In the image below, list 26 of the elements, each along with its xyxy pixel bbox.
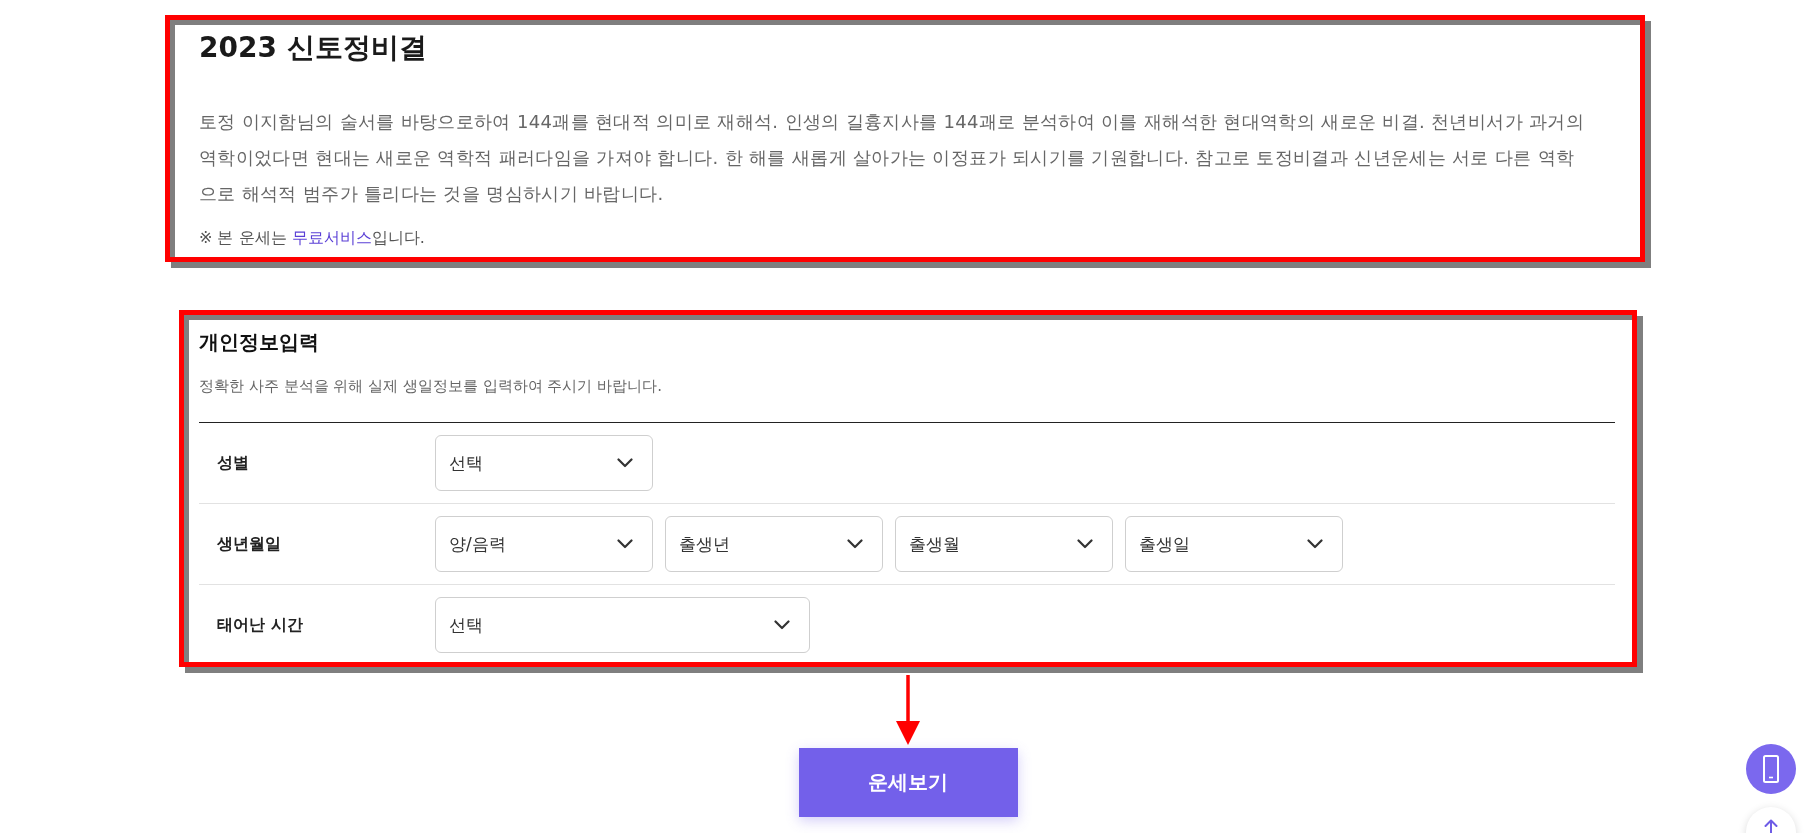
chevron-down-icon [774,620,790,630]
submit-button[interactable]: 운세보기 [798,748,1018,817]
field-label: 태어난 시간 [216,614,304,636]
chevron-down-icon [1077,539,1093,549]
dropdown[interactable]: 출생년 [665,516,883,572]
dropdown[interactable]: 양/음력 [435,516,653,572]
mobile-button[interactable] [1746,744,1796,794]
free-service-link[interactable]: 무료서비스 [291,228,372,247]
field-label: 성별 [216,452,250,474]
chevron-down-icon [617,458,633,468]
dropdown[interactable]: 출생월 [895,516,1113,572]
field-label: 생년월일 [216,533,282,555]
phone-icon [1763,755,1779,783]
page-title: 2023 신토정비결 [199,30,428,66]
form-subtitle: 정확한 사주 분석을 위해 실제 생일정보를 입력하여 주시기 바랍니다. [199,376,663,397]
dropdown[interactable]: 선택 [435,435,653,491]
notice-text: ※ 본 운세는 무료서비스입니다. [199,227,426,249]
chevron-down-icon [617,539,633,549]
dropdown[interactable]: 선택 [435,597,810,653]
chevron-down-icon [847,539,863,549]
up-arrow-icon [1764,819,1778,833]
dropdown[interactable]: 출생일 [1125,516,1343,572]
description-text: 토정 이지함님의 술서를 바탕으로하여 144괘를 현대적 의미로 재해석. 인생의 길흉지사를 144괘로 분석하여 이를 재해석한 현대역학의 새로운 비결. 천년비서가 과거의 역학이었다면 현대는 새로운 역학적 패러다임을 가져야 합니다. 한 해를 새롭게 살아가는 이정표가 되시기를 기원합니다. 참고로 토정비결과 신년운세는 서로 다른 역학으로 해석적 범주가 틀리다는 것을 명심하시기 바랍니다. [199,110,1585,206]
form-title: 개인정보입력 [199,329,320,356]
down-arrow-icon [895,675,921,745]
chevron-down-icon [1307,539,1323,549]
